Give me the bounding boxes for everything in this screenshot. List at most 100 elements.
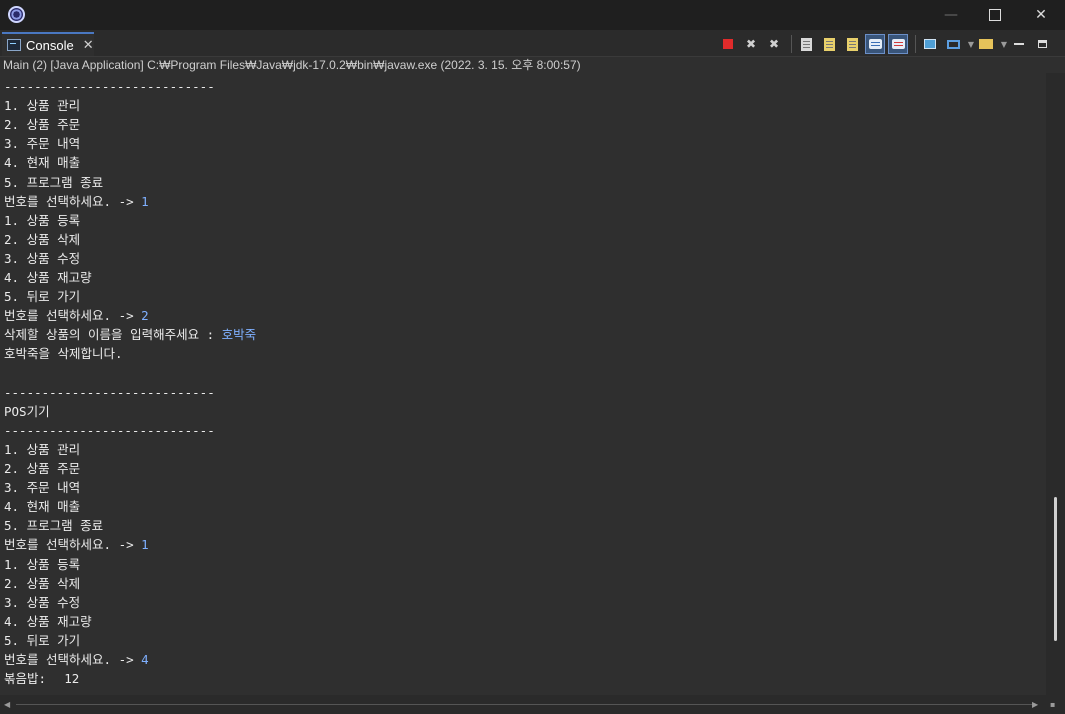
show-console-on-stdout-toggle[interactable] [865, 34, 885, 54]
console-line-text: ---------------------------- [4, 384, 215, 400]
console-line-text: 1. 상품 관리 [4, 441, 81, 457]
show-on-stdout-icon [846, 37, 858, 51]
console-line: 1. 상품 관리 [4, 440, 80, 459]
console-line: 5. 프로그램 종료 [4, 516, 103, 535]
minimize-view-icon [1014, 43, 1024, 45]
title-bar: — ✕ [0, 0, 1065, 30]
eclipse-icon [8, 6, 25, 23]
scroll-right-icon[interactable]: ▶ [1032, 700, 1038, 709]
word-wrap-icon [823, 37, 835, 51]
remove-all-terminated-icon: ✖ [768, 37, 780, 51]
horizontal-scroll-thumb[interactable] [16, 704, 1036, 705]
maximize-button[interactable] [972, 0, 1018, 30]
console-line: 번호를 선택하세요. -> 4 [4, 650, 149, 669]
console-line-text: 2. 상품 주문 [4, 117, 81, 133]
console-line: ---------------------------- [4, 77, 215, 96]
console-line-text: 5. 뒤로 가기 [4, 632, 81, 648]
console-line: 4. 현재 매출 [4, 497, 80, 516]
pin-console-button[interactable] [920, 34, 940, 54]
console-user-input: 4 [141, 652, 149, 667]
display-selected-console-button[interactable] [943, 34, 963, 54]
display-console-dropdown-icon[interactable]: ▼ [966, 40, 976, 49]
console-line: 볶음밥: 12 [4, 669, 79, 688]
tab-console[interactable]: Console ✕ [2, 32, 94, 56]
maximize-view-button[interactable] [1032, 34, 1052, 54]
tab-close-icon[interactable]: ✕ [83, 37, 94, 53]
console-line-text: 번호를 선택하세요. -> [4, 537, 142, 553]
console-line-text: 1. 상품 등록 [4, 212, 81, 228]
minimize-icon: — [944, 7, 958, 23]
console-line: 1. 상품 등록 [4, 555, 80, 574]
terminate-icon [723, 39, 733, 49]
minimize-button[interactable]: — [928, 0, 974, 30]
console-line-text: 2. 상품 삭제 [4, 575, 81, 591]
console-user-input: 2 [141, 308, 149, 324]
console-line: 2. 상품 삭제 [4, 574, 80, 593]
maximize-view-icon [1037, 40, 1047, 48]
console-line-text: POS기기 [4, 403, 50, 419]
console-user-input: 호박죽 [221, 327, 257, 343]
close-window-button[interactable]: ✕ [1018, 0, 1064, 30]
console-line: 번호를 선택하세요. -> 2 [4, 306, 149, 325]
open-console-icon [979, 39, 993, 49]
console-line-text: 3. 상품 수정 [4, 594, 81, 610]
remove-launch-button[interactable]: ✖ [741, 34, 761, 54]
console-line-text: 5. 뒤로 가기 [4, 289, 81, 305]
open-console-button[interactable] [976, 34, 996, 54]
console-line-text: 호박죽을 삭제합니다. [4, 346, 123, 362]
console-line-text: 2. 상품 주문 [4, 461, 81, 476]
console-user-input: 1 [141, 537, 149, 553]
remove-launch-icon: ✖ [745, 37, 757, 51]
terminate-button[interactable] [718, 34, 738, 54]
console-line: 5. 뒤로 가기 [4, 631, 80, 650]
console-icon [7, 39, 21, 51]
console-line-text: 1. 상품 관리 [4, 98, 81, 114]
console-line: ---------------------------- [4, 421, 215, 440]
console-line-text: ---------------------------- [4, 422, 215, 438]
display-selected-console-icon [946, 39, 960, 49]
remove-all-terminated-button[interactable]: ✖ [764, 34, 784, 54]
pin-console-icon [924, 39, 936, 49]
console-line-text: 5. 프로그램 종료 [4, 518, 104, 534]
stdout-bubble-icon [868, 39, 882, 49]
scroll-lock-icon [800, 37, 812, 51]
console-line-text: 4. 현재 매출 [4, 499, 81, 515]
console-line: 3. 주문 내역 [4, 478, 80, 497]
console-line: POS기기 [4, 402, 50, 421]
console-line-text: 볶음밥: 12 [4, 671, 80, 687]
console-line: 2. 상품 주문 [4, 115, 80, 134]
console-line-text: 2. 상품 삭제 [4, 231, 81, 247]
vertical-scroll-thumb[interactable] [1054, 497, 1057, 641]
console-line-text: 3. 상품 수정 [4, 250, 81, 266]
toolbar-separator [915, 35, 916, 53]
console-user-input: 1 [141, 193, 149, 209]
console-line-text: ---------------------------- [4, 79, 215, 94]
vertical-scrollbar[interactable] [1046, 73, 1065, 695]
word-wrap-button[interactable] [819, 34, 839, 54]
maximize-icon [989, 9, 1001, 21]
console-line: 5. 뒤로 가기 [4, 287, 80, 306]
console-line-text: 삭제할 상품의 이름을 입력해주세요 : [4, 327, 222, 343]
console-line: 1. 상품 등록 [4, 211, 80, 230]
scroll-lock-button[interactable] [796, 34, 816, 54]
console-line: 3. 상품 수정 [4, 593, 80, 612]
horizontal-scrollbar[interactable]: ◀ ▶ ▪ [0, 695, 1065, 714]
console-line: 4. 상품 재고량 [4, 268, 92, 287]
console-line-text: 5. 프로그램 종료 [4, 174, 104, 190]
scroll-left-icon[interactable]: ◀ [4, 700, 10, 709]
console-line-text: 4. 상품 재고량 [4, 613, 92, 629]
console-line: ---------------------------- [4, 383, 215, 402]
launch-description: Main (2) [Java Application] C:₩Program F… [0, 57, 1065, 73]
console-line: 5. 프로그램 종료 [4, 173, 103, 192]
console-line-text: 번호를 선택하세요. -> [4, 308, 142, 324]
console-toolbar: ✖ ✖ ▼ ▼ [718, 33, 1055, 55]
console-line-text: 4. 현재 매출 [4, 155, 81, 171]
console-line-text: 4. 상품 재고량 [4, 270, 92, 285]
minimize-view-button[interactable] [1009, 34, 1029, 54]
tab-console-label: Console [26, 37, 74, 53]
toolbar-separator [791, 35, 792, 53]
console-output[interactable]: ---------------------------- 1. 상품 관리 2. 상… [0, 73, 1046, 695]
show-console-on-stderr-toggle[interactable] [888, 34, 908, 54]
show-console-on-stdout-button[interactable] [842, 34, 862, 54]
open-console-dropdown-icon[interactable]: ▼ [999, 40, 1009, 49]
